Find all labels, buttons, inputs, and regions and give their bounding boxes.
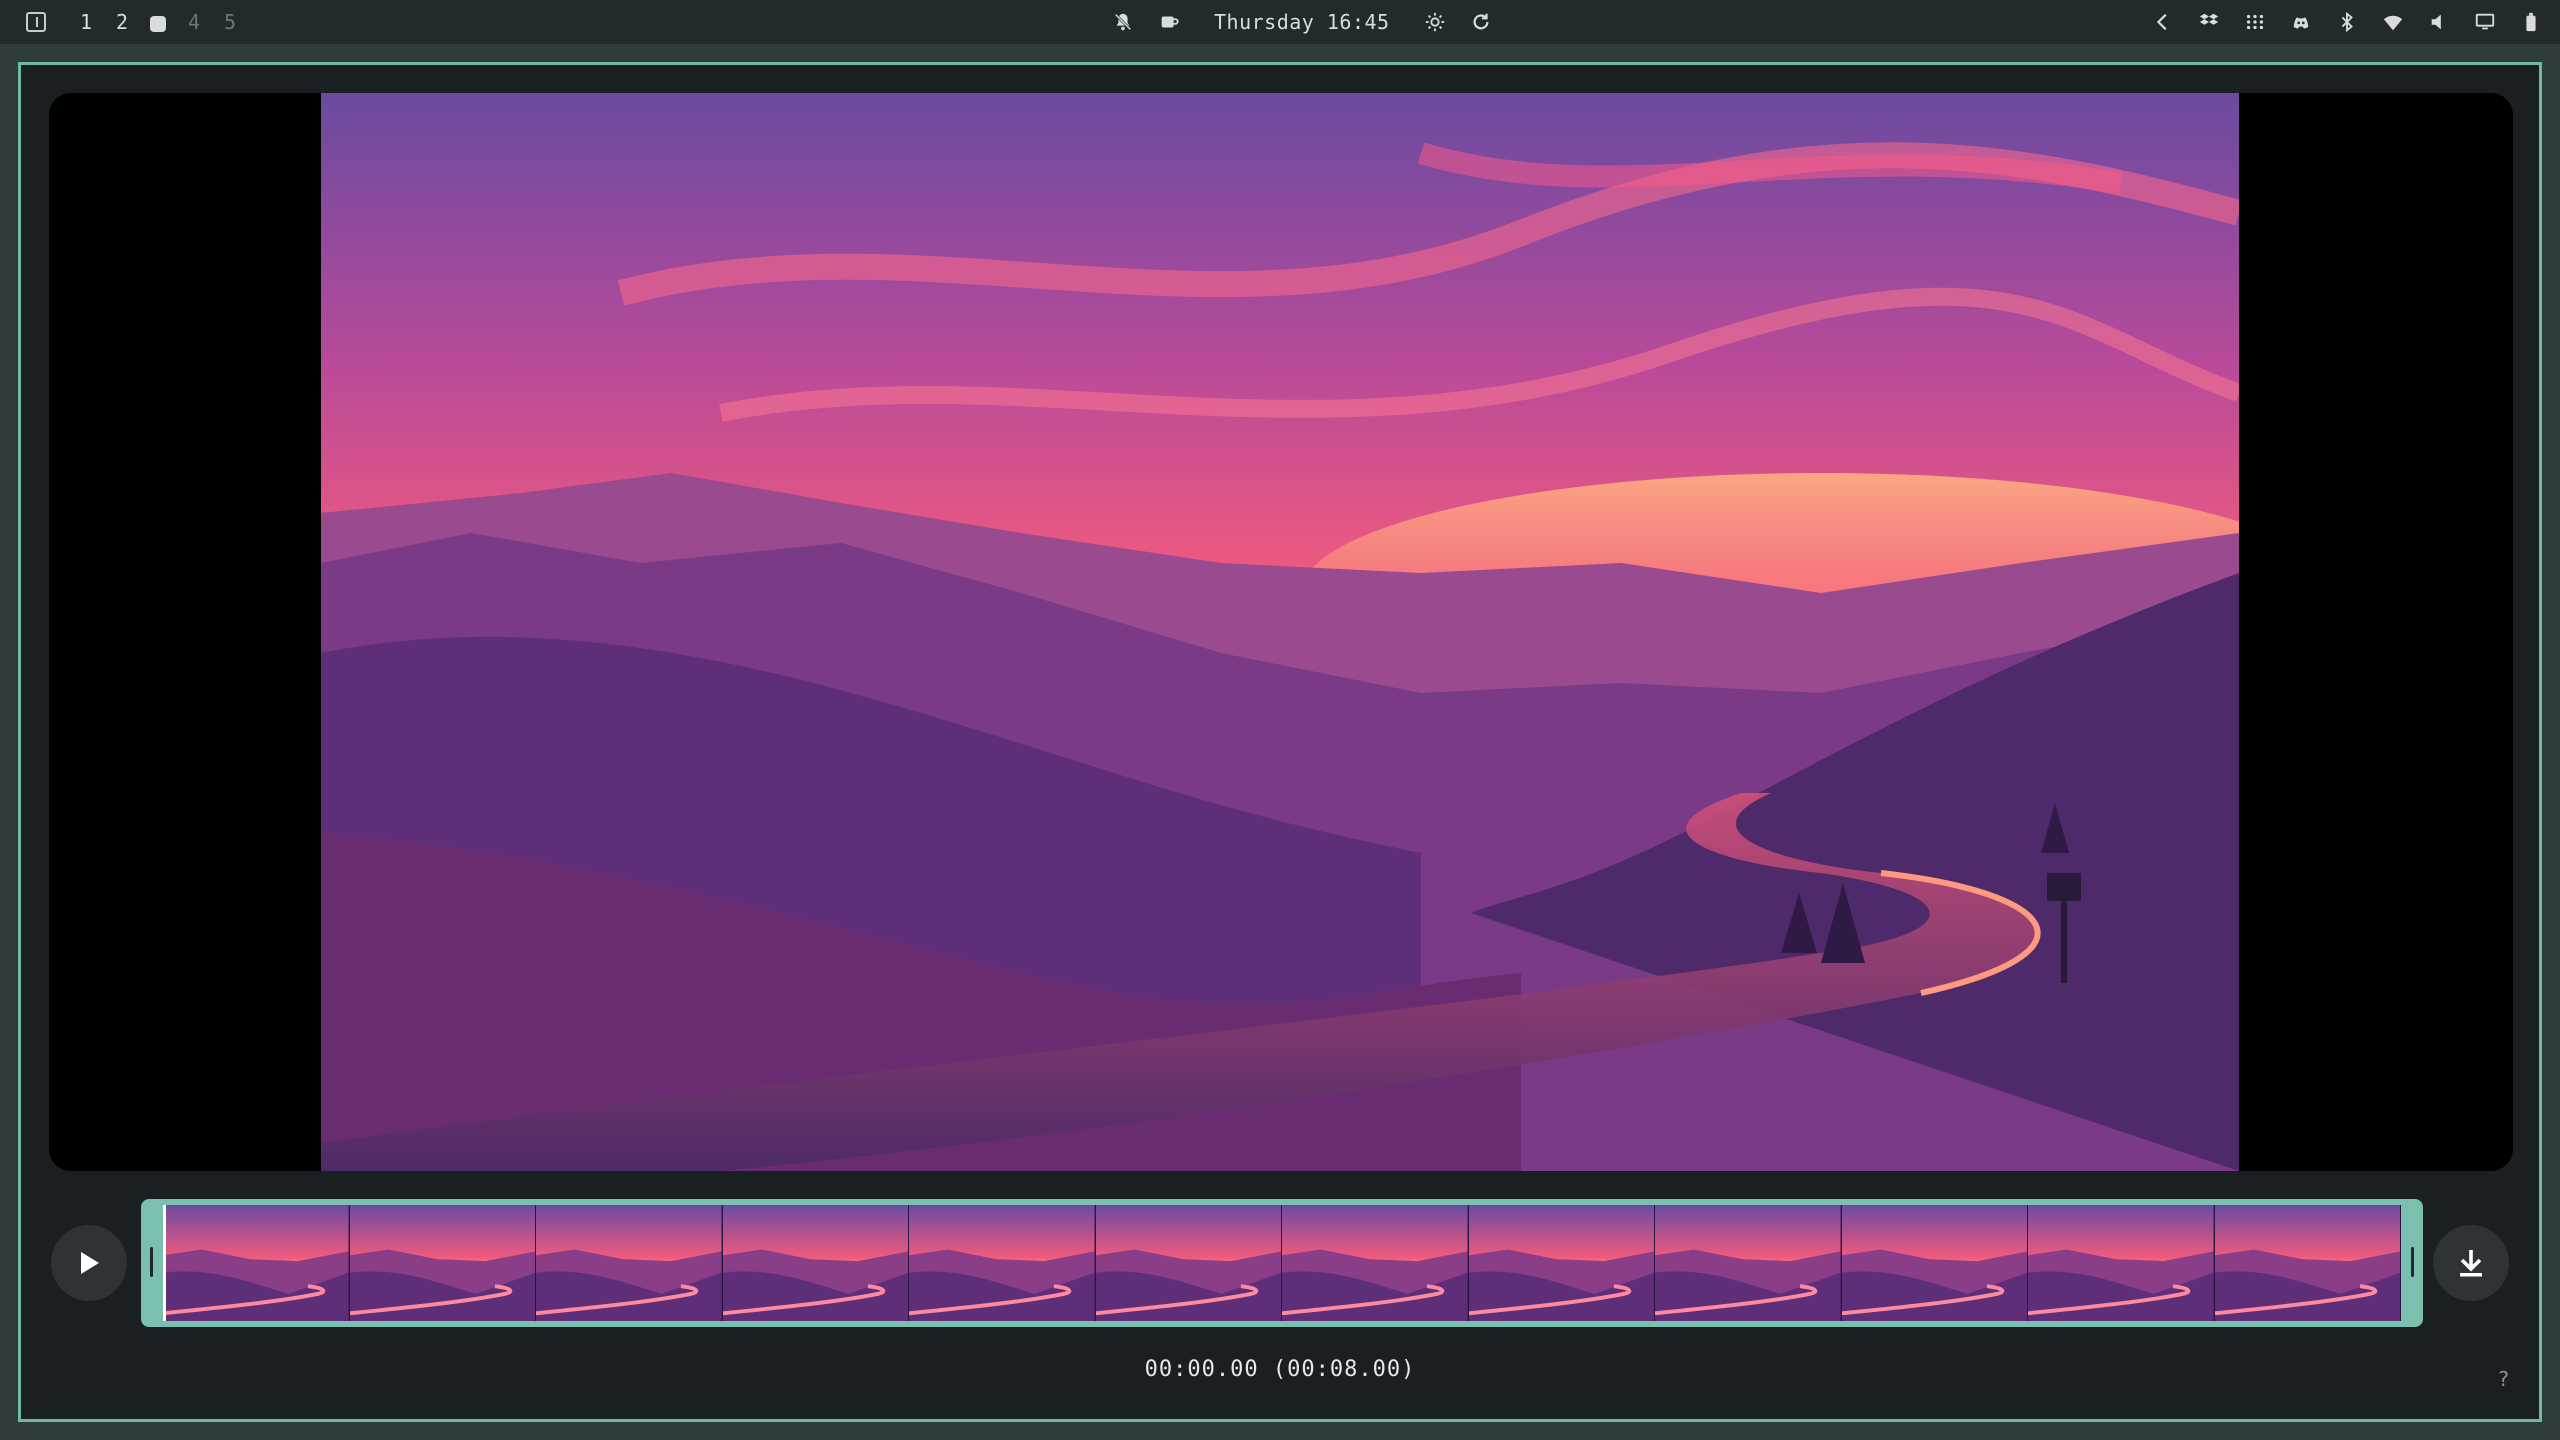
- workspace-2[interactable]: 2: [104, 10, 140, 34]
- video-trimmer-window: 00:00.00 (00:08.00) ?: [18, 62, 2542, 1422]
- workspace-1[interactable]: 1: [68, 10, 104, 34]
- help-button[interactable]: ?: [2498, 1367, 2509, 1391]
- trim-start-handle[interactable]: [150, 1247, 153, 1277]
- video-thumbnail: [1655, 1205, 1842, 1321]
- video-thumbnail: [1468, 1205, 1655, 1321]
- video-thumbnail: [1841, 1205, 2028, 1321]
- caffeine-icon[interactable]: [1156, 9, 1182, 35]
- playhead[interactable]: [163, 1205, 166, 1321]
- notifications-off-icon[interactable]: [1110, 9, 1136, 35]
- wifi-icon[interactable]: [2380, 9, 2406, 35]
- video-thumbnail: [2028, 1205, 2215, 1321]
- trim-end-handle[interactable]: [2411, 1247, 2414, 1277]
- video-thumbnail: [163, 1205, 350, 1321]
- top-bar: 1 2 4 5 Thursday 16:45: [0, 0, 2560, 44]
- video-thumbnail: [536, 1205, 723, 1321]
- export-button[interactable]: [2433, 1225, 2509, 1301]
- dropbox-icon[interactable]: [2196, 9, 2222, 35]
- workspace-switcher: 1 2 4 5: [26, 0, 248, 44]
- workspace-5[interactable]: 5: [212, 10, 248, 34]
- video-thumbnail: [1095, 1205, 1282, 1321]
- display-icon[interactable]: [2472, 9, 2498, 35]
- layout-icon[interactable]: [26, 12, 46, 32]
- system-tray: [2150, 0, 2544, 44]
- video-frame[interactable]: [321, 93, 2239, 1171]
- bluetooth-icon[interactable]: [2334, 9, 2360, 35]
- volume-icon[interactable]: [2426, 9, 2452, 35]
- play-button[interactable]: [51, 1225, 127, 1301]
- video-viewer[interactable]: [49, 93, 2513, 1171]
- brightness-icon[interactable]: [1422, 9, 1448, 35]
- discord-icon[interactable]: [2288, 9, 2314, 35]
- video-thumbnail: [1282, 1205, 1469, 1321]
- video-frame-image: [321, 93, 2239, 1171]
- video-thumbnail: [349, 1205, 536, 1321]
- timecode: 00:00.00 (00:08.00): [1144, 1357, 1416, 1382]
- clock[interactable]: Thursday 16:45: [1214, 10, 1390, 34]
- battery-icon[interactable]: [2518, 9, 2544, 35]
- workspace-3-active[interactable]: [140, 10, 176, 34]
- active-workspace-indicator: [150, 15, 166, 32]
- play-icon: [81, 1252, 99, 1274]
- download-icon: [2460, 1250, 2482, 1277]
- clock-area: Thursday 16:45: [1110, 0, 1494, 44]
- trim-timeline[interactable]: [141, 1199, 2423, 1327]
- workspace-4[interactable]: 4: [176, 10, 212, 34]
- thumbnail-strip[interactable]: [163, 1205, 2401, 1321]
- video-thumbnail: [2214, 1205, 2401, 1321]
- video-thumbnail: [722, 1205, 909, 1321]
- apps-grid-icon[interactable]: [2242, 9, 2268, 35]
- refresh-icon[interactable]: [1468, 9, 1494, 35]
- chevron-left-icon[interactable]: [2150, 9, 2176, 35]
- video-thumbnail: [909, 1205, 1096, 1321]
